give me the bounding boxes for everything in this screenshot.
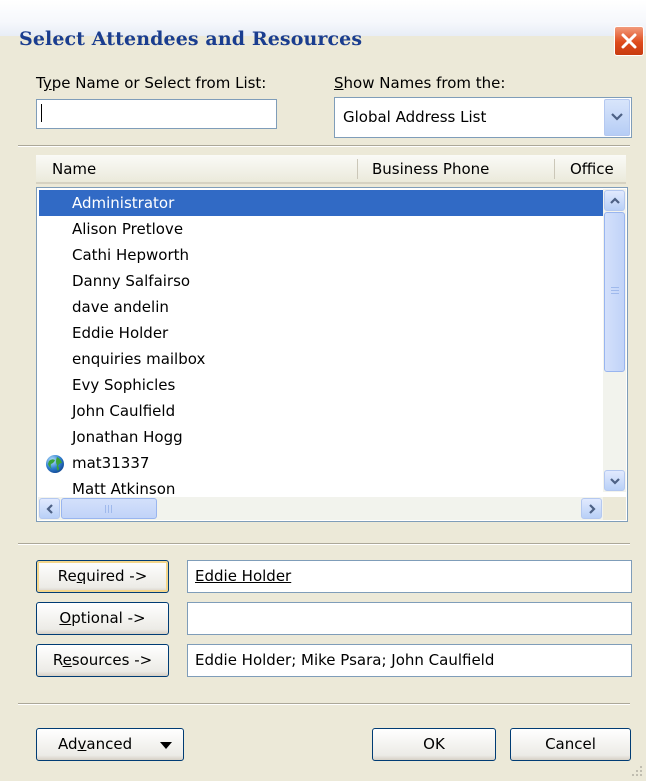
optional-button[interactable]: Optional -> [36,602,169,635]
column-header-office[interactable]: Office [570,160,614,178]
contact-name: Danny Salfairso [72,272,191,290]
required-button[interactable]: Required -> [36,560,169,593]
chevron-down-icon [611,113,623,121]
address-book-dropdown[interactable]: Global Address List [334,97,632,138]
search-input[interactable] [36,99,277,129]
list-item[interactable]: enquiries mailbox [39,346,603,372]
list-item[interactable]: Eddie Holder [39,320,603,346]
contact-name: John Caulfield [72,402,176,420]
chevron-left-icon [46,504,53,514]
grip-line [611,290,619,291]
search-label: Type Name or Select from List: [36,74,267,92]
required-attendees-field[interactable]: Eddie Holder [187,560,632,593]
scroll-down-button[interactable] [604,470,625,491]
resources-value: Eddie Holder; Mike Psara; John Caulfield [195,651,495,669]
required-attendees-value: Eddie Holder [195,567,292,585]
grip-line [108,505,109,513]
list-header: Name Business Phone Office [36,155,626,184]
list-item[interactable]: Administrator [39,190,603,216]
scrollbar-corner [603,497,626,520]
resources-button[interactable]: Resources -> [36,644,169,677]
chevron-right-icon [589,504,596,514]
address-book-selected: Global Address List [343,108,487,126]
grip-line [105,505,106,513]
contact-name: Cathi Hepworth [72,246,190,264]
list-item[interactable]: Alison Pretlove [39,216,603,242]
list-item[interactable]: Danny Salfairso [39,268,603,294]
text-caret [41,104,42,122]
chevron-down-icon [610,478,620,485]
grip-line [611,293,619,294]
scroll-right-button[interactable] [581,498,602,519]
close-button[interactable] [614,26,644,56]
resources-field[interactable]: Eddie Holder; Mike Psara; John Caulfield [187,644,632,677]
contacts-list[interactable]: Administrator Alison Pretlove Cathi Hepw… [36,187,628,522]
list-item[interactable]: mat31337 [39,450,603,476]
list-item[interactable]: dave andelin [39,294,603,320]
ok-button[interactable]: OK [372,728,496,761]
chevron-up-icon [610,197,620,204]
contact-name: mat31337 [72,454,150,472]
dropdown-button[interactable] [604,99,630,136]
contact-name: Jonathan Hogg [72,428,183,446]
dropdown-arrow-icon [160,742,172,749]
scroll-left-button[interactable] [39,498,60,519]
divider [18,703,630,705]
column-header-name[interactable]: Name [52,160,96,178]
address-book-label: Show Names from the: [334,74,506,92]
contact-name: enquiries mailbox [72,350,206,368]
column-header-business-phone[interactable]: Business Phone [372,160,489,178]
list-item[interactable]: Evy Sophicles [39,372,603,398]
vertical-scrollbar[interactable] [603,189,626,492]
grip-line [611,287,619,288]
dialog-title: Select Attendees and Resources [19,28,363,50]
divider [18,543,630,545]
horizontal-scrollbar[interactable] [38,497,603,520]
optional-attendees-field[interactable] [187,602,632,635]
grip-line [111,505,112,513]
contact-name: Evy Sophicles [72,376,176,394]
advanced-button[interactable]: Advanced [36,728,184,761]
list-item[interactable]: Jonathan Hogg [39,424,603,450]
column-separator[interactable] [554,159,555,179]
contact-name: Administrator [72,194,175,212]
divider [18,145,630,147]
column-separator[interactable] [357,159,358,179]
list-item[interactable]: Cathi Hepworth [39,242,603,268]
close-icon [621,33,637,49]
cancel-button[interactable]: Cancel [510,728,631,761]
contact-name: Matt Atkinson [72,480,176,498]
contact-name: Eddie Holder [72,324,169,342]
horizontal-scroll-thumb[interactable] [61,498,157,519]
list-item[interactable]: John Caulfield [39,398,603,424]
vertical-scroll-thumb[interactable] [604,212,625,372]
contact-name: dave andelin [72,298,169,316]
globe-icon [46,455,64,473]
scroll-up-button[interactable] [604,190,625,211]
contact-name: Alison Pretlove [72,220,184,238]
resize-grip-icon[interactable] [628,763,644,779]
